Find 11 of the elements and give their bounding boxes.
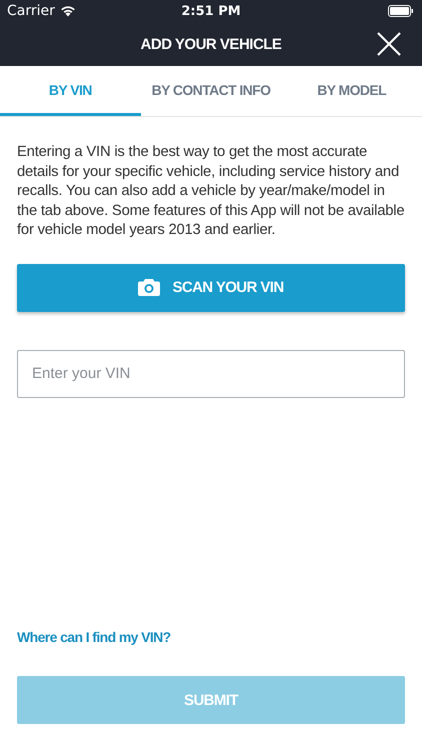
scan-vin-button[interactable]: SCAN YOUR VIN xyxy=(17,264,405,312)
battery-icon xyxy=(388,5,414,17)
find-vin-link[interactable]: Where can I find my VIN? xyxy=(17,629,171,645)
clock-time: 2:51 PM xyxy=(181,4,241,18)
intro-text: Entering a VIN is the best way to get the most accurate details for your specific vehicle, including service history and recalls. You can also add a vehicle by year/make/model in the tab above. Some features of this App will not be available for vehicle model years 2013 and earlier. xyxy=(17,143,405,240)
wifi-icon xyxy=(60,5,76,17)
close-icon[interactable] xyxy=(377,32,401,56)
screen-title: ADD YOUR VEHICLE xyxy=(140,36,282,52)
camera-icon xyxy=(138,279,160,296)
vin-input-field[interactable]: Enter your VIN xyxy=(17,350,405,398)
carrier-label: Carrier xyxy=(7,3,55,19)
